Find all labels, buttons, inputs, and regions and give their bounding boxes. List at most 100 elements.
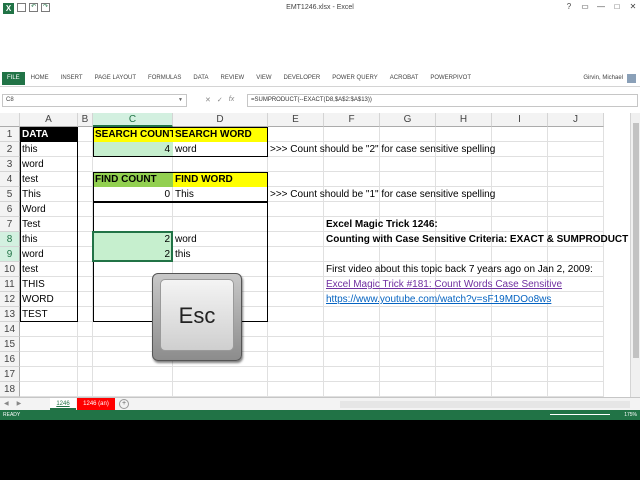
cell-d8[interactable]: word — [173, 232, 268, 247]
row-header-18[interactable]: 18 — [0, 382, 20, 397]
cell-a7[interactable]: Test — [20, 217, 78, 232]
cell-a4[interactable]: test — [20, 172, 78, 187]
row-header-13[interactable]: 13 — [0, 307, 20, 322]
tab-page-layout[interactable]: PAGE LAYOUT — [89, 75, 142, 81]
select-all-corner[interactable] — [0, 113, 20, 127]
row-header-8[interactable]: 8 — [0, 232, 20, 247]
cell-c2[interactable]: 4 — [93, 142, 173, 157]
row-header-6[interactable]: 6 — [0, 202, 20, 217]
status-bar: READY 175% — [0, 410, 640, 420]
vertical-scrollbar[interactable] — [630, 113, 640, 403]
insert-function-icon[interactable]: fx — [229, 96, 234, 104]
column-header-i[interactable]: I — [492, 113, 548, 127]
vertical-scroll-thumb[interactable] — [633, 123, 639, 358]
cell-a12[interactable]: WORD — [20, 292, 78, 307]
column-header-a[interactable]: A — [20, 113, 78, 127]
next-sheet-icon[interactable]: ▶ — [17, 400, 22, 407]
cell-a11[interactable]: THIS — [20, 277, 78, 292]
tab-powerpivot[interactable]: POWERPIVOT — [424, 75, 477, 81]
tab-data[interactable]: DATA — [187, 75, 214, 81]
enter-icon[interactable]: ✓ — [217, 96, 223, 104]
row-header-9[interactable]: 9 — [0, 247, 20, 262]
help-icon[interactable]: ? — [564, 2, 574, 11]
gridline — [20, 351, 604, 352]
tab-acrobat[interactable]: ACROBAT — [384, 75, 425, 81]
column-header-b[interactable]: B — [78, 113, 93, 127]
cell-a8[interactable]: this — [20, 232, 78, 247]
cell-a1[interactable]: DATA — [20, 127, 78, 142]
row-header-11[interactable]: 11 — [0, 277, 20, 292]
tab-home[interactable]: HOME — [25, 75, 55, 81]
cell-d4[interactable]: FIND WORD — [173, 172, 268, 187]
row-header-17[interactable]: 17 — [0, 367, 20, 382]
row-header-4[interactable]: 4 — [0, 172, 20, 187]
user-account[interactable]: Girvin, Michael — [583, 73, 640, 83]
cell-d1[interactable]: SEARCH WORD — [173, 127, 268, 142]
cell-a9[interactable]: word — [20, 247, 78, 262]
cell-f7[interactable]: Excel Magic Trick 1246: — [324, 217, 438, 232]
maximize-icon[interactable]: □ — [612, 2, 622, 11]
cell-a2[interactable]: this — [20, 142, 78, 157]
row-header-12[interactable]: 12 — [0, 292, 20, 307]
cell-c1[interactable]: SEARCH COUNT — [93, 127, 176, 142]
cell-a10[interactable]: test — [20, 262, 78, 277]
cancel-icon[interactable]: ✕ — [205, 96, 211, 104]
gridline — [92, 127, 93, 397]
prev-sheet-icon[interactable]: ◀ — [4, 400, 9, 407]
row-header-1[interactable]: 1 — [0, 127, 20, 142]
cell-c9[interactable]: 2 — [93, 247, 173, 262]
cell-a5[interactable]: This — [20, 187, 78, 202]
add-sheet-icon[interactable]: + — [119, 399, 129, 409]
cell-c4[interactable]: FIND COUNT — [93, 172, 173, 187]
cell-f11[interactable]: Excel Magic Trick #181: Count Words Case… — [324, 277, 562, 292]
row-header-15[interactable]: 15 — [0, 337, 20, 352]
tab-view[interactable]: VIEW — [250, 75, 277, 81]
row-header-2[interactable]: 2 — [0, 142, 20, 157]
cell-d5[interactable]: This — [173, 187, 268, 202]
row-header-10[interactable]: 10 — [0, 262, 20, 277]
column-header-f[interactable]: F — [324, 113, 380, 127]
zoom-slider[interactable] — [550, 414, 610, 415]
sheet-tab-1246-an[interactable]: 1246 (an) — [77, 398, 115, 410]
tab-file[interactable]: FILE — [2, 71, 25, 85]
cell-f12[interactable]: https://www.youtube.com/watch?v=sF19MDOo… — [324, 292, 551, 307]
name-box[interactable]: C8 ▼ — [2, 93, 187, 107]
cell-a6[interactable]: Word — [20, 202, 78, 217]
formula-input[interactable]: =SUMPRODUCT(--EXACT(D8,$A$2:$A$13)) — [247, 93, 638, 107]
row-header-7[interactable]: 7 — [0, 217, 20, 232]
tab-formulas[interactable]: FORMULAS — [142, 75, 187, 81]
column-header-c[interactable]: C — [93, 113, 173, 127]
row-header-3[interactable]: 3 — [0, 157, 20, 172]
name-box-value: C8 — [6, 96, 14, 103]
horizontal-scrollbar[interactable] — [340, 401, 630, 408]
window-title: EMT1246.xlsx - Excel — [286, 4, 354, 11]
zoom-level[interactable]: 175% — [624, 410, 637, 420]
close-icon[interactable]: ✕ — [628, 2, 638, 11]
cell-c5[interactable]: 0 — [93, 187, 173, 202]
tab-developer[interactable]: DEVELOPER — [278, 75, 327, 81]
cell-d2[interactable]: word — [173, 142, 268, 157]
cell-e2[interactable]: >>> Count should be "2" for case sensiti… — [268, 142, 495, 157]
column-header-j[interactable]: J — [548, 113, 604, 127]
chevron-down-icon[interactable]: ▼ — [178, 95, 183, 106]
cell-f8[interactable]: Counting with Case Sensitive Criteria: E… — [324, 232, 628, 247]
ribbon-display-icon[interactable]: ▭ — [580, 2, 590, 11]
tab-review[interactable]: REVIEW — [215, 75, 251, 81]
cell-a13[interactable]: TEST — [20, 307, 78, 322]
tab-insert[interactable]: INSERT — [55, 75, 89, 81]
cell-f10[interactable]: First video about this topic back 7 year… — [324, 262, 593, 277]
row-header-14[interactable]: 14 — [0, 322, 20, 337]
column-header-d[interactable]: D — [173, 113, 268, 127]
column-header-g[interactable]: G — [380, 113, 436, 127]
column-header-h[interactable]: H — [436, 113, 492, 127]
cell-d9[interactable]: this — [173, 247, 268, 262]
tab-power-query[interactable]: POWER QUERY — [326, 75, 384, 81]
minimize-icon[interactable]: — — [596, 2, 606, 11]
cell-a3[interactable]: word — [20, 157, 78, 172]
cell-e5[interactable]: >>> Count should be "1" for case sensiti… — [268, 187, 495, 202]
row-header-5[interactable]: 5 — [0, 187, 20, 202]
cell-c8[interactable]: 2 — [93, 232, 173, 247]
column-header-e[interactable]: E — [268, 113, 324, 127]
row-header-16[interactable]: 16 — [0, 352, 20, 367]
sheet-tab-1246[interactable]: 1246 — [50, 398, 76, 410]
